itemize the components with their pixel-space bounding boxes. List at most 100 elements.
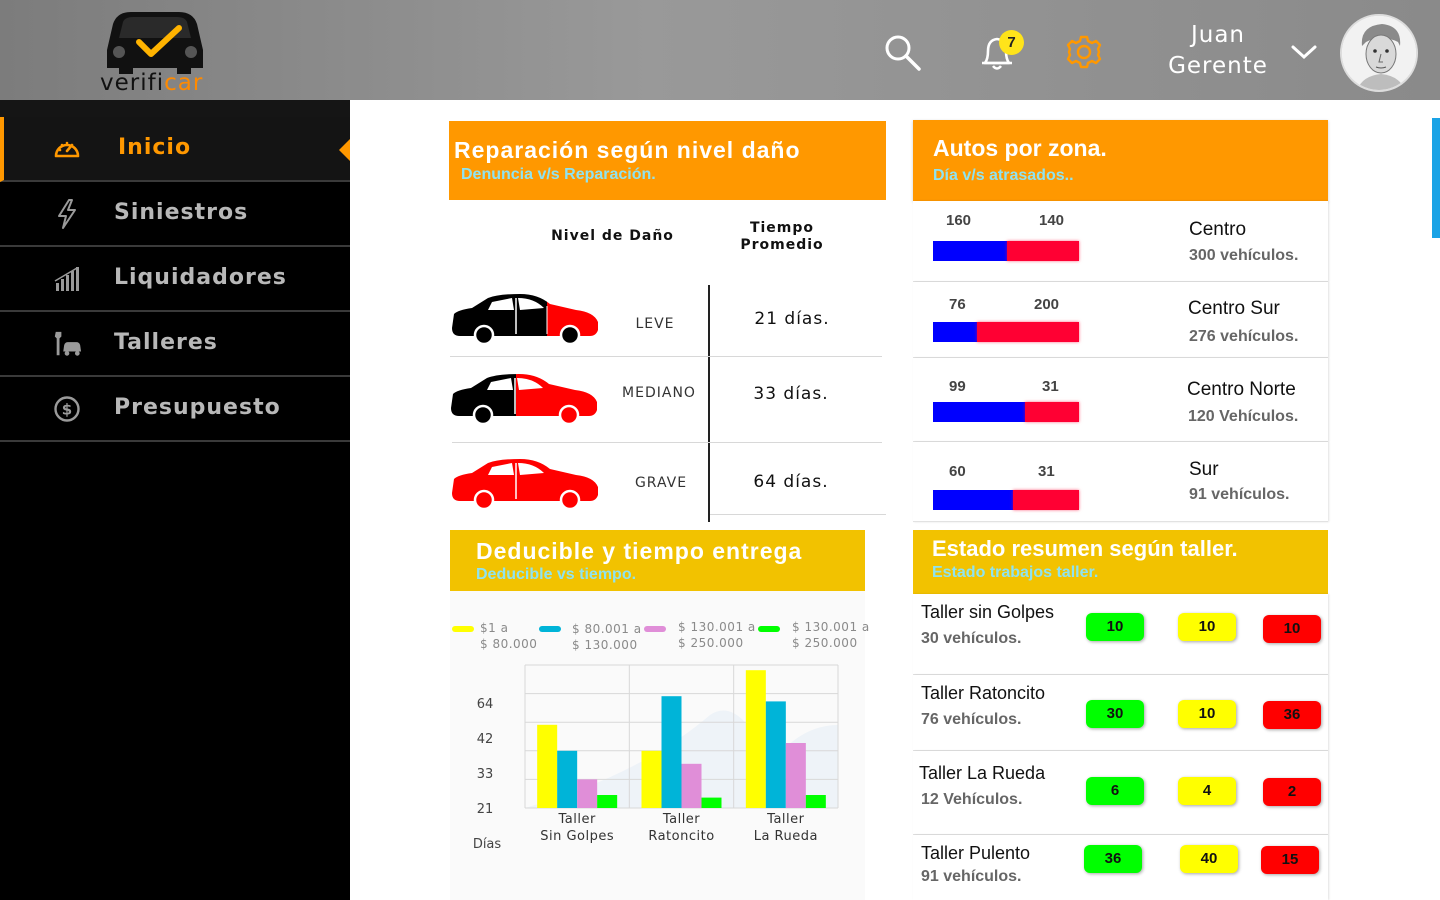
- search-icon[interactable]: [880, 30, 924, 74]
- legend-item[interactable]: $ 130.001 a $ 250.000: [678, 619, 756, 651]
- row-divider: [450, 356, 882, 357]
- chart-bar: [641, 750, 662, 808]
- taller-vehicles: 91 vehículos.: [921, 868, 1022, 885]
- sidebar-item-siniestros[interactable]: Siniestros: [0, 182, 350, 247]
- lightning-icon: [52, 198, 82, 230]
- y-tick-label: 64: [477, 697, 494, 712]
- x-tick-label: Taller: [558, 812, 596, 827]
- zone-name: Centro Sur: [1188, 298, 1280, 319]
- chart-bar: [537, 724, 558, 808]
- taller-name: Taller Pulento: [921, 843, 1031, 863]
- deducible-header: Deducible y tiempo entrega Deducible vs …: [450, 530, 865, 591]
- avatar[interactable]: [1340, 14, 1418, 92]
- sidebar-item-label: Presupuesto: [114, 395, 281, 420]
- panel-title: Autos por zona.: [933, 135, 1107, 161]
- gear-icon[interactable]: [1062, 30, 1106, 74]
- status-badge-yellow: 40: [1180, 845, 1238, 873]
- y-tick-label: 33: [477, 767, 494, 782]
- late-count: 31: [1042, 378, 1059, 395]
- x-tick-label: La Rueda: [754, 829, 818, 844]
- y-tick-label: 21: [477, 802, 494, 817]
- talleres-header: Estado resumen según taller. Estado trab…: [913, 530, 1328, 594]
- col-header-tiempo: Tiempo Promedio: [740, 220, 824, 253]
- sidebar-item-talleres[interactable]: Talleres: [0, 312, 350, 377]
- car-damage-grave-icon: [452, 459, 598, 511]
- day-count: 99: [949, 378, 966, 395]
- sidebar: Inicio Siniestros Liquidadores Talleres …: [0, 100, 350, 900]
- taller-row-la-rueda[interactable]: Taller La Rueda 12 Vehículos. 6 4 2: [913, 751, 1328, 835]
- chart-bar: [745, 670, 766, 808]
- panel-title: Deducible y tiempo entrega: [476, 538, 803, 564]
- row-divider: [710, 514, 886, 515]
- sidebar-item-label: Inicio: [118, 135, 192, 160]
- col-header-nivel: Nivel de Daño: [551, 228, 674, 244]
- zone-row-sur[interactable]: 60 31 Sur 91 vehículos.: [913, 442, 1328, 522]
- taller-name: Taller sin Golpes: [921, 602, 1055, 622]
- sidebar-item-inicio[interactable]: Inicio: [0, 117, 350, 182]
- day-count: 76: [949, 296, 966, 313]
- zone-row-centro-norte[interactable]: 99 31 Centro Norte 120 Vehículos.: [913, 358, 1328, 442]
- late-count: 200: [1034, 296, 1060, 313]
- legend-swatch: [539, 626, 561, 632]
- panel-subtitle: Denuncia v/s Reparación.: [461, 166, 656, 183]
- chevron-down-icon[interactable]: [1282, 30, 1326, 74]
- car-damage-mediano-icon: [451, 374, 597, 426]
- zone-row-centro[interactable]: 160 140 Centro 300 vehículos.: [913, 201, 1328, 282]
- panel-subtitle: Día v/s atrasados..: [933, 167, 1074, 184]
- legend-item[interactable]: $ 80.001 a $ 130.000: [572, 621, 642, 653]
- status-badge-green: 30: [1086, 700, 1144, 728]
- top-header: verificar 7 Juan Gerente: [0, 0, 1440, 100]
- damage-level: LEVE: [635, 316, 675, 332]
- zone-vehicles: 120 Vehículos.: [1188, 408, 1299, 425]
- zone-row-centro-sur[interactable]: 76 200 Centro Sur 276 vehículos.: [913, 282, 1328, 358]
- avg-time: 33 días.: [753, 384, 829, 404]
- sidebar-item-presupuesto[interactable]: $ Presupuesto: [0, 377, 350, 442]
- chart-bar: [597, 795, 618, 808]
- status-badge-green: 36: [1084, 845, 1142, 873]
- late-count: 31: [1038, 463, 1055, 480]
- sidebar-item-liquidadores[interactable]: Liquidadores: [0, 247, 350, 312]
- dollar-circle-icon: $: [52, 393, 82, 425]
- taller-name: Taller Ratoncito: [921, 683, 1046, 703]
- status-badge-red: 36: [1263, 701, 1321, 729]
- chart-bar: [701, 797, 722, 808]
- day-bar: [933, 241, 1007, 261]
- late-bar: [977, 322, 1079, 342]
- taller-vehicles: 76 vehículos.: [921, 711, 1022, 728]
- zone-name: Centro Norte: [1187, 379, 1296, 400]
- damage-level: MEDIANO: [622, 385, 696, 401]
- taller-row-sin-golpes[interactable]: Taller sin Golpes 30 vehículos. 10 10 10: [913, 594, 1328, 675]
- scrollbar[interactable]: [1432, 118, 1440, 238]
- late-bar: [1013, 490, 1079, 510]
- day-bar: [933, 490, 1013, 510]
- chart-bar: [681, 763, 702, 808]
- y-axis-label: Días: [473, 837, 502, 852]
- legend-item[interactable]: $1 a $ 80.000: [480, 620, 537, 652]
- user-name[interactable]: Juan Gerente: [1168, 20, 1268, 82]
- day-count: 60: [949, 463, 966, 480]
- damage-level: GRAVE: [634, 475, 688, 491]
- taller-row-ratoncito[interactable]: Taller Ratoncito 76 vehículos. 30 10 36: [913, 675, 1328, 751]
- late-bar: [1025, 402, 1079, 422]
- zone-vehicles: 276 vehículos.: [1189, 328, 1299, 345]
- car-damage-leve-icon: [452, 294, 598, 346]
- bar-signal-icon: [52, 263, 82, 295]
- panel-subtitle: Deducible vs tiempo.: [476, 566, 637, 583]
- zone-vehicles: 300 vehículos.: [1189, 247, 1299, 264]
- status-badge-red: 10: [1263, 615, 1321, 643]
- x-tick-label: Ratoncito: [648, 829, 714, 844]
- avg-time: 64 días.: [753, 472, 829, 492]
- taller-vehicles: 12 Vehículos.: [921, 791, 1023, 808]
- status-badge-yellow: 10: [1178, 613, 1236, 641]
- taller-row-pulento[interactable]: Taller Pulento 91 vehículos. 36 40 15: [913, 835, 1328, 900]
- chart-bar: [577, 779, 598, 808]
- taller-vehicles: 30 vehículos.: [921, 630, 1022, 647]
- legend-swatch: [452, 626, 474, 632]
- chart-bar: [785, 743, 806, 808]
- legend-item[interactable]: $ 130.001 a $ 250.000: [792, 619, 870, 651]
- day-count: 160: [946, 212, 972, 229]
- legend-swatch: [644, 626, 666, 632]
- avg-time: 21 días.: [754, 309, 830, 329]
- day-bar: [933, 402, 1025, 422]
- zone-vehicles: 91 vehículos.: [1189, 486, 1290, 503]
